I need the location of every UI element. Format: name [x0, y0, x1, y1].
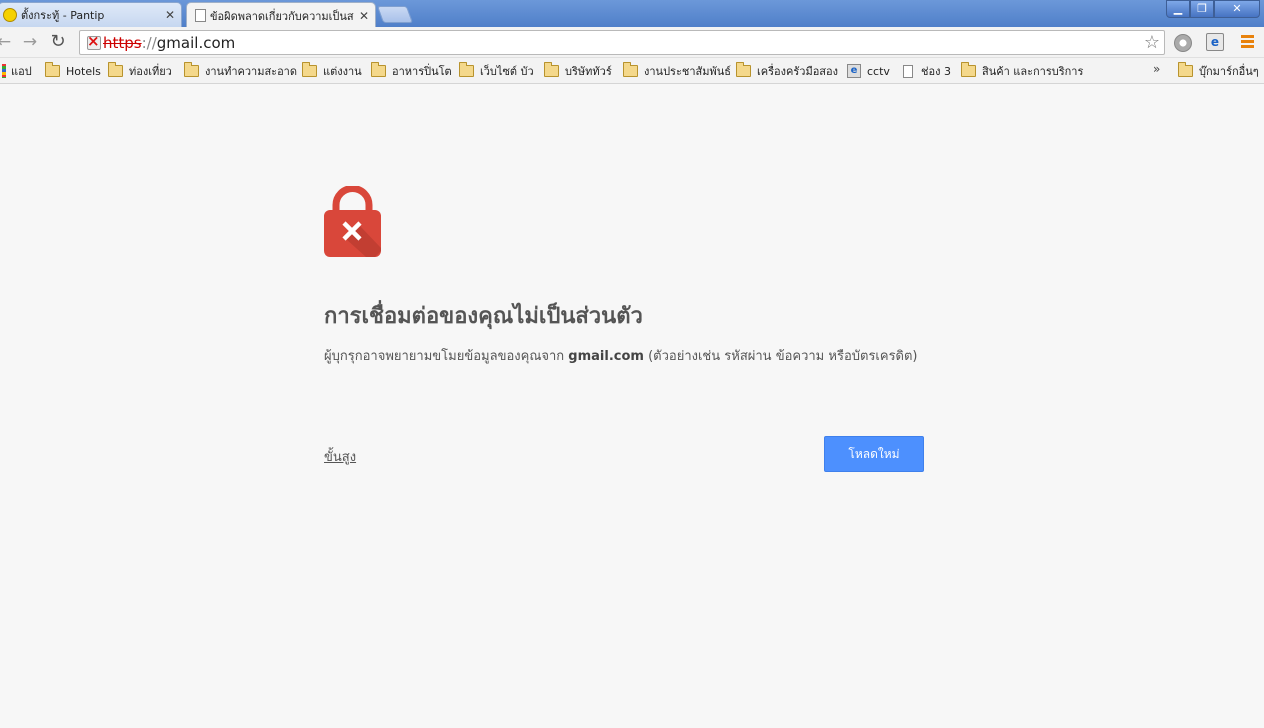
folder-icon — [544, 62, 559, 77]
folder-icon — [623, 62, 638, 77]
bookmark-folder[interactable]: งานทำความสะอาด — [184, 62, 297, 80]
bookmark-label: cctv — [867, 64, 890, 78]
description-text: (ตัวอย่างเช่น รหัสผ่าน ข้อความ หรือบัตรเ… — [643, 349, 918, 364]
close-window-button[interactable]: ✕ — [1214, 0, 1260, 18]
description-text: ผู้บุกรุกอาจพยายามขโมยข้อมูลของคุณจาก — [324, 349, 569, 364]
bookmark-label: Hotels — [66, 64, 101, 78]
bookmark-link[interactable]: ช่อง 3 — [903, 62, 951, 80]
restore-button[interactable]: ❐ — [1190, 0, 1214, 18]
tab-title: ตั้งกระทู้ - Pantip — [21, 9, 105, 22]
tab-pantip[interactable]: ตั้งกระทู้ - Pantip ✕ — [0, 2, 182, 27]
site-host: gmail.com — [568, 349, 644, 364]
bookmark-folder[interactable]: เว็บไซต์ บัว — [459, 62, 534, 80]
folder-icon — [302, 62, 317, 77]
new-tab-button[interactable] — [376, 6, 414, 23]
bookmark-label: แอป — [11, 65, 32, 78]
bookmark-label: อาหารปิ่นโต — [392, 65, 452, 78]
bookmarks-overflow-chevron-icon[interactable]: » — [1153, 62, 1160, 76]
bookmark-label: เครื่องครัวมือสอง — [757, 65, 838, 78]
tab-title: ข้อผิดพลาดเกี่ยวกับความเป็นส — [210, 9, 354, 23]
chrome-menu-icon[interactable] — [1241, 35, 1254, 50]
tab-strip: ตั้งกระทู้ - Pantip ✕ ข้อผิดพลาดเกี่ยวกั… — [0, 0, 1264, 28]
bookmark-folder[interactable]: แต่งงาน — [302, 62, 362, 80]
folder-icon — [45, 62, 60, 77]
url-host: gmail.com — [156, 33, 236, 52]
address-bar[interactable]: https://gmail.com ☆ — [79, 30, 1165, 55]
bookmark-label: บุ๊กมาร์กอื่นๆ — [1199, 65, 1259, 78]
extension-ie-tab-icon[interactable]: e — [1206, 33, 1224, 51]
folder-icon — [108, 62, 123, 77]
bookmark-label: งานประชาสัมพันธ์ — [644, 65, 731, 78]
minimize-button[interactable]: ▁ — [1166, 0, 1190, 18]
bookmark-label: สินค้า และการบริการ — [982, 65, 1084, 78]
advanced-link[interactable]: ขั้นสูง — [324, 446, 356, 467]
page-icon — [903, 64, 913, 78]
bookmark-link[interactable]: e cctv — [847, 62, 890, 80]
tab-privacy-error[interactable]: ข้อผิดพลาดเกี่ยวกับความเป็นส ✕ — [186, 2, 376, 28]
bookmark-label: แต่งงาน — [323, 65, 362, 78]
bookmarks-bar: แอป Hotels ท่องเที่ยว งานทำความสะอาด แต่… — [0, 58, 1264, 84]
bookmark-folder[interactable]: เครื่องครัวมือสอง — [736, 62, 838, 80]
folder-icon — [371, 62, 386, 77]
apps-icon — [2, 64, 6, 78]
bookmark-apps[interactable]: แอป — [0, 62, 32, 80]
close-tab-icon[interactable]: ✕ — [356, 9, 372, 23]
bookmark-folder[interactable]: บริษัททัวร์ — [544, 62, 612, 80]
forward-arrow-icon[interactable]: → — [20, 32, 40, 52]
bookmark-folder[interactable]: งานประชาสัมพันธ์ — [623, 62, 731, 80]
page-title: การเชื่อมต่อของคุณไม่เป็นส่วนตัว — [324, 304, 643, 329]
bookmark-label: เว็บไซต์ บัว — [480, 65, 534, 78]
browser-toolbar: ← → ↻ https://gmail.com ☆ e — [0, 27, 1264, 58]
page-favicon-icon — [195, 9, 206, 22]
folder-icon — [459, 62, 474, 77]
url-scheme: https — [103, 33, 142, 52]
bookmark-label: งานทำความสะอาด — [205, 65, 298, 78]
extension-download-icon[interactable] — [1174, 34, 1192, 52]
red-lock-error-icon — [324, 186, 381, 257]
url-separator: :// — [141, 33, 157, 52]
ie-page-icon: e — [847, 64, 861, 78]
bookmark-label: ช่อง 3 — [921, 65, 951, 78]
bookmark-star-icon[interactable]: ☆ — [1144, 32, 1160, 53]
folder-icon — [184, 62, 199, 77]
bookmark-folder[interactable]: อาหารปิ่นโต — [371, 62, 452, 80]
broken-lock-icon[interactable] — [87, 32, 101, 50]
bookmark-folder[interactable]: สินค้า และการบริการ — [961, 62, 1083, 80]
folder-icon — [1178, 62, 1193, 77]
error-description: ผู้บุกรุกอาจพยายามขโมยข้อมูลของคุณจาก gm… — [324, 345, 924, 369]
bookmark-folder[interactable]: ท่องเที่ยว — [108, 62, 172, 80]
reload-icon[interactable]: ↻ — [48, 32, 68, 52]
bookmark-label: ท่องเที่ยว — [129, 65, 172, 78]
back-arrow-icon[interactable]: ← — [0, 32, 14, 52]
smiley-favicon-icon — [3, 8, 17, 22]
bookmark-label: บริษัททัวร์ — [565, 65, 612, 78]
reload-button[interactable]: โหลดใหม่ — [824, 436, 924, 472]
bookmark-folder[interactable]: Hotels — [45, 62, 101, 80]
bookmark-other-folder[interactable]: บุ๊กมาร์กอื่นๆ — [1178, 62, 1259, 80]
folder-icon — [736, 62, 751, 77]
folder-icon — [961, 62, 976, 77]
close-tab-icon[interactable]: ✕ — [162, 8, 178, 22]
